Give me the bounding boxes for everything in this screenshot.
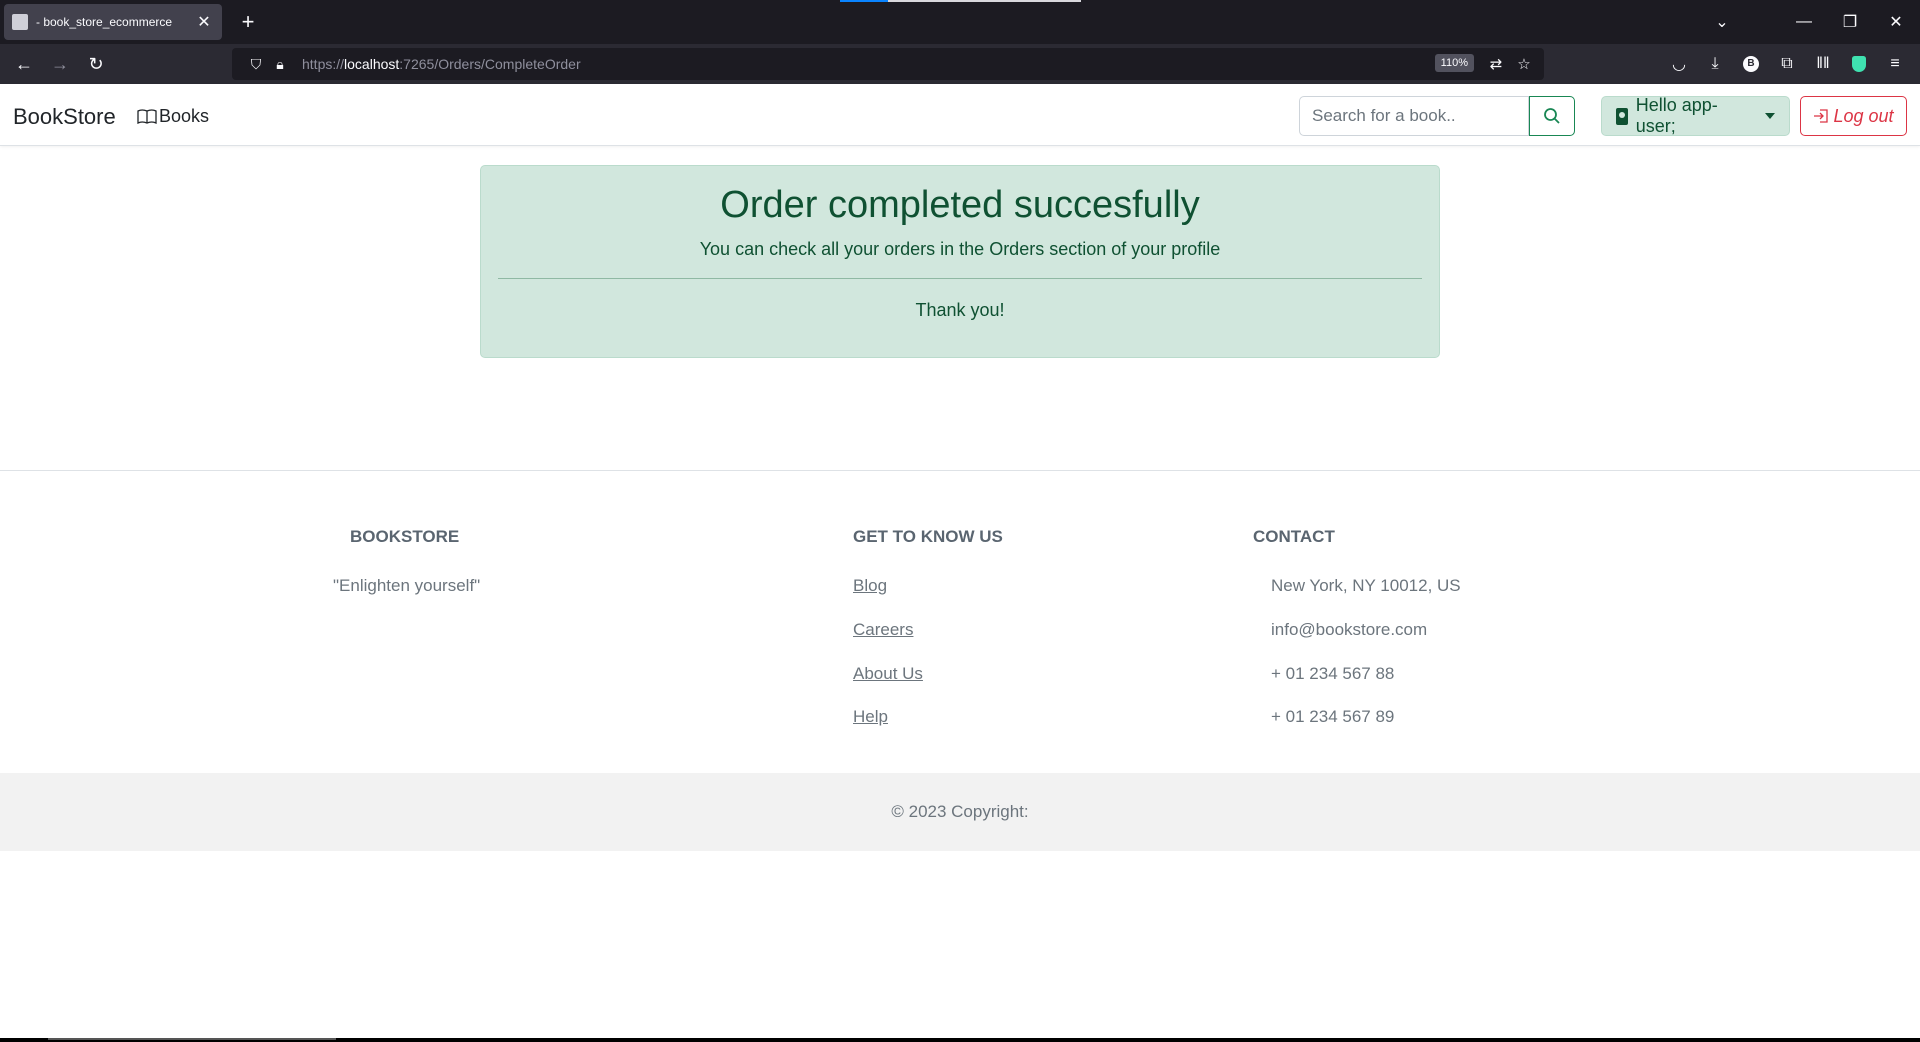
nav-books-label: Books	[159, 106, 210, 126]
zoom-level[interactable]: 110%	[1434, 54, 1474, 72]
tabbar-accent-secondary	[888, 0, 1081, 2]
copyright-text: © 2023 Copyright:	[891, 802, 1029, 821]
extension-b-icon[interactable]: B	[1736, 48, 1766, 80]
browser-toolbar: ← → ↻ ⛉ 🔒︎ https://localhost:7265/Orders…	[0, 44, 1920, 84]
address-bar[interactable]: ⛉ 🔒︎ https://localhost:7265/Orders/Compl…	[232, 48, 1544, 80]
hamburger-menu-icon[interactable]: ≡	[1880, 48, 1910, 80]
logout-label: Log out	[1833, 105, 1894, 126]
tabbar-accent	[840, 0, 888, 2]
footer-bookstore-heading: BOOKSTORE	[350, 527, 460, 546]
search-input[interactable]	[1299, 96, 1529, 136]
browser-tabbar: - book_store_ecommerce ✕ + ⌄ — ❐ ✕	[0, 0, 1920, 44]
lock-icon[interactable]: 🔒︎	[268, 56, 292, 73]
extensions-puzzle-icon[interactable]: ⧉	[1772, 48, 1802, 80]
footer-tagline: "Enlighten yourself"	[333, 576, 481, 595]
back-icon[interactable]: ←	[8, 48, 40, 80]
footer-link-careers[interactable]: Careers	[853, 620, 913, 640]
contact-phone-1: + 01 234 567 88	[1271, 664, 1395, 683]
tracking-shield-icon[interactable]: ⛉	[244, 56, 268, 73]
brand-logo[interactable]: BookStore	[13, 104, 116, 130]
taskbar-segment	[48, 1038, 336, 1040]
person-badge-icon	[1616, 107, 1628, 125]
caret-down-icon	[1765, 113, 1775, 119]
page-content: BookStore Books Hello app-user; Log ou	[0, 84, 1920, 1038]
order-success-alert: Order completed succesfully You can chec…	[480, 165, 1440, 358]
search-icon	[1544, 108, 1560, 124]
bookmark-star-icon[interactable]: ☆	[1512, 52, 1536, 76]
contact-address: New York, NY 10012, US	[1271, 576, 1461, 595]
user-greeting: Hello app-user;	[1635, 95, 1718, 136]
footer-know-heading: GET TO KNOW US	[853, 527, 1003, 546]
forward-icon[interactable]: →	[44, 48, 76, 80]
footer-divider	[0, 470, 1920, 471]
minimize-icon[interactable]: —	[1782, 0, 1826, 44]
pocket-icon[interactable]: ◡	[1664, 48, 1694, 80]
footer-link-blog[interactable]: Blog	[853, 576, 887, 596]
contact-email: info@bookstore.com	[1271, 620, 1428, 639]
tab-title: - book_store_ecommerce	[36, 15, 173, 29]
library-icon[interactable]: ‖‖	[1808, 48, 1838, 80]
alert-divider	[498, 278, 1422, 279]
adblock-shield-icon[interactable]	[1844, 48, 1874, 80]
logout-button[interactable]: Log out	[1800, 96, 1907, 136]
url-text[interactable]: https://localhost:7265/Orders/CompleteOr…	[302, 56, 581, 72]
alert-thanks: Thank you!	[915, 300, 1005, 320]
footer-contact-heading: CONTACT	[1253, 527, 1335, 546]
footer-link-about[interactable]: About Us	[853, 664, 923, 684]
restore-icon[interactable]: ❐	[1828, 0, 1872, 44]
tab-list-chevron-icon[interactable]: ⌄	[1700, 0, 1744, 44]
user-dropdown-button[interactable]: Hello app-user;	[1601, 95, 1790, 136]
new-tab-icon[interactable]: +	[234, 8, 262, 36]
tab-close-icon[interactable]: ✕	[194, 12, 214, 32]
contact-phone-2: + 01 234 567 89	[1271, 707, 1395, 726]
nav-books-link[interactable]: Books	[137, 106, 209, 127]
window-close-icon[interactable]: ✕	[1874, 0, 1918, 44]
footer-link-help[interactable]: Help	[853, 707, 888, 727]
downloads-icon[interactable]: ⤓	[1700, 48, 1730, 80]
translate-icon[interactable]: ⇄	[1484, 52, 1508, 76]
copyright-bar: © 2023 Copyright:	[0, 773, 1920, 851]
browser-tab[interactable]: - book_store_ecommerce ✕	[4, 4, 222, 40]
search-button[interactable]	[1529, 96, 1575, 136]
reload-icon[interactable]: ↻	[80, 48, 112, 80]
site-navbar: BookStore Books Hello app-user; Log ou	[0, 84, 1920, 146]
alert-title: Order completed succesfully	[720, 184, 1200, 226]
book-icon	[137, 108, 157, 124]
logout-icon	[1814, 109, 1829, 123]
page-favicon-icon	[12, 14, 28, 30]
alert-subtitle: You can check all your orders in the Ord…	[699, 239, 1221, 259]
bottom-strip	[0, 1038, 1920, 1042]
